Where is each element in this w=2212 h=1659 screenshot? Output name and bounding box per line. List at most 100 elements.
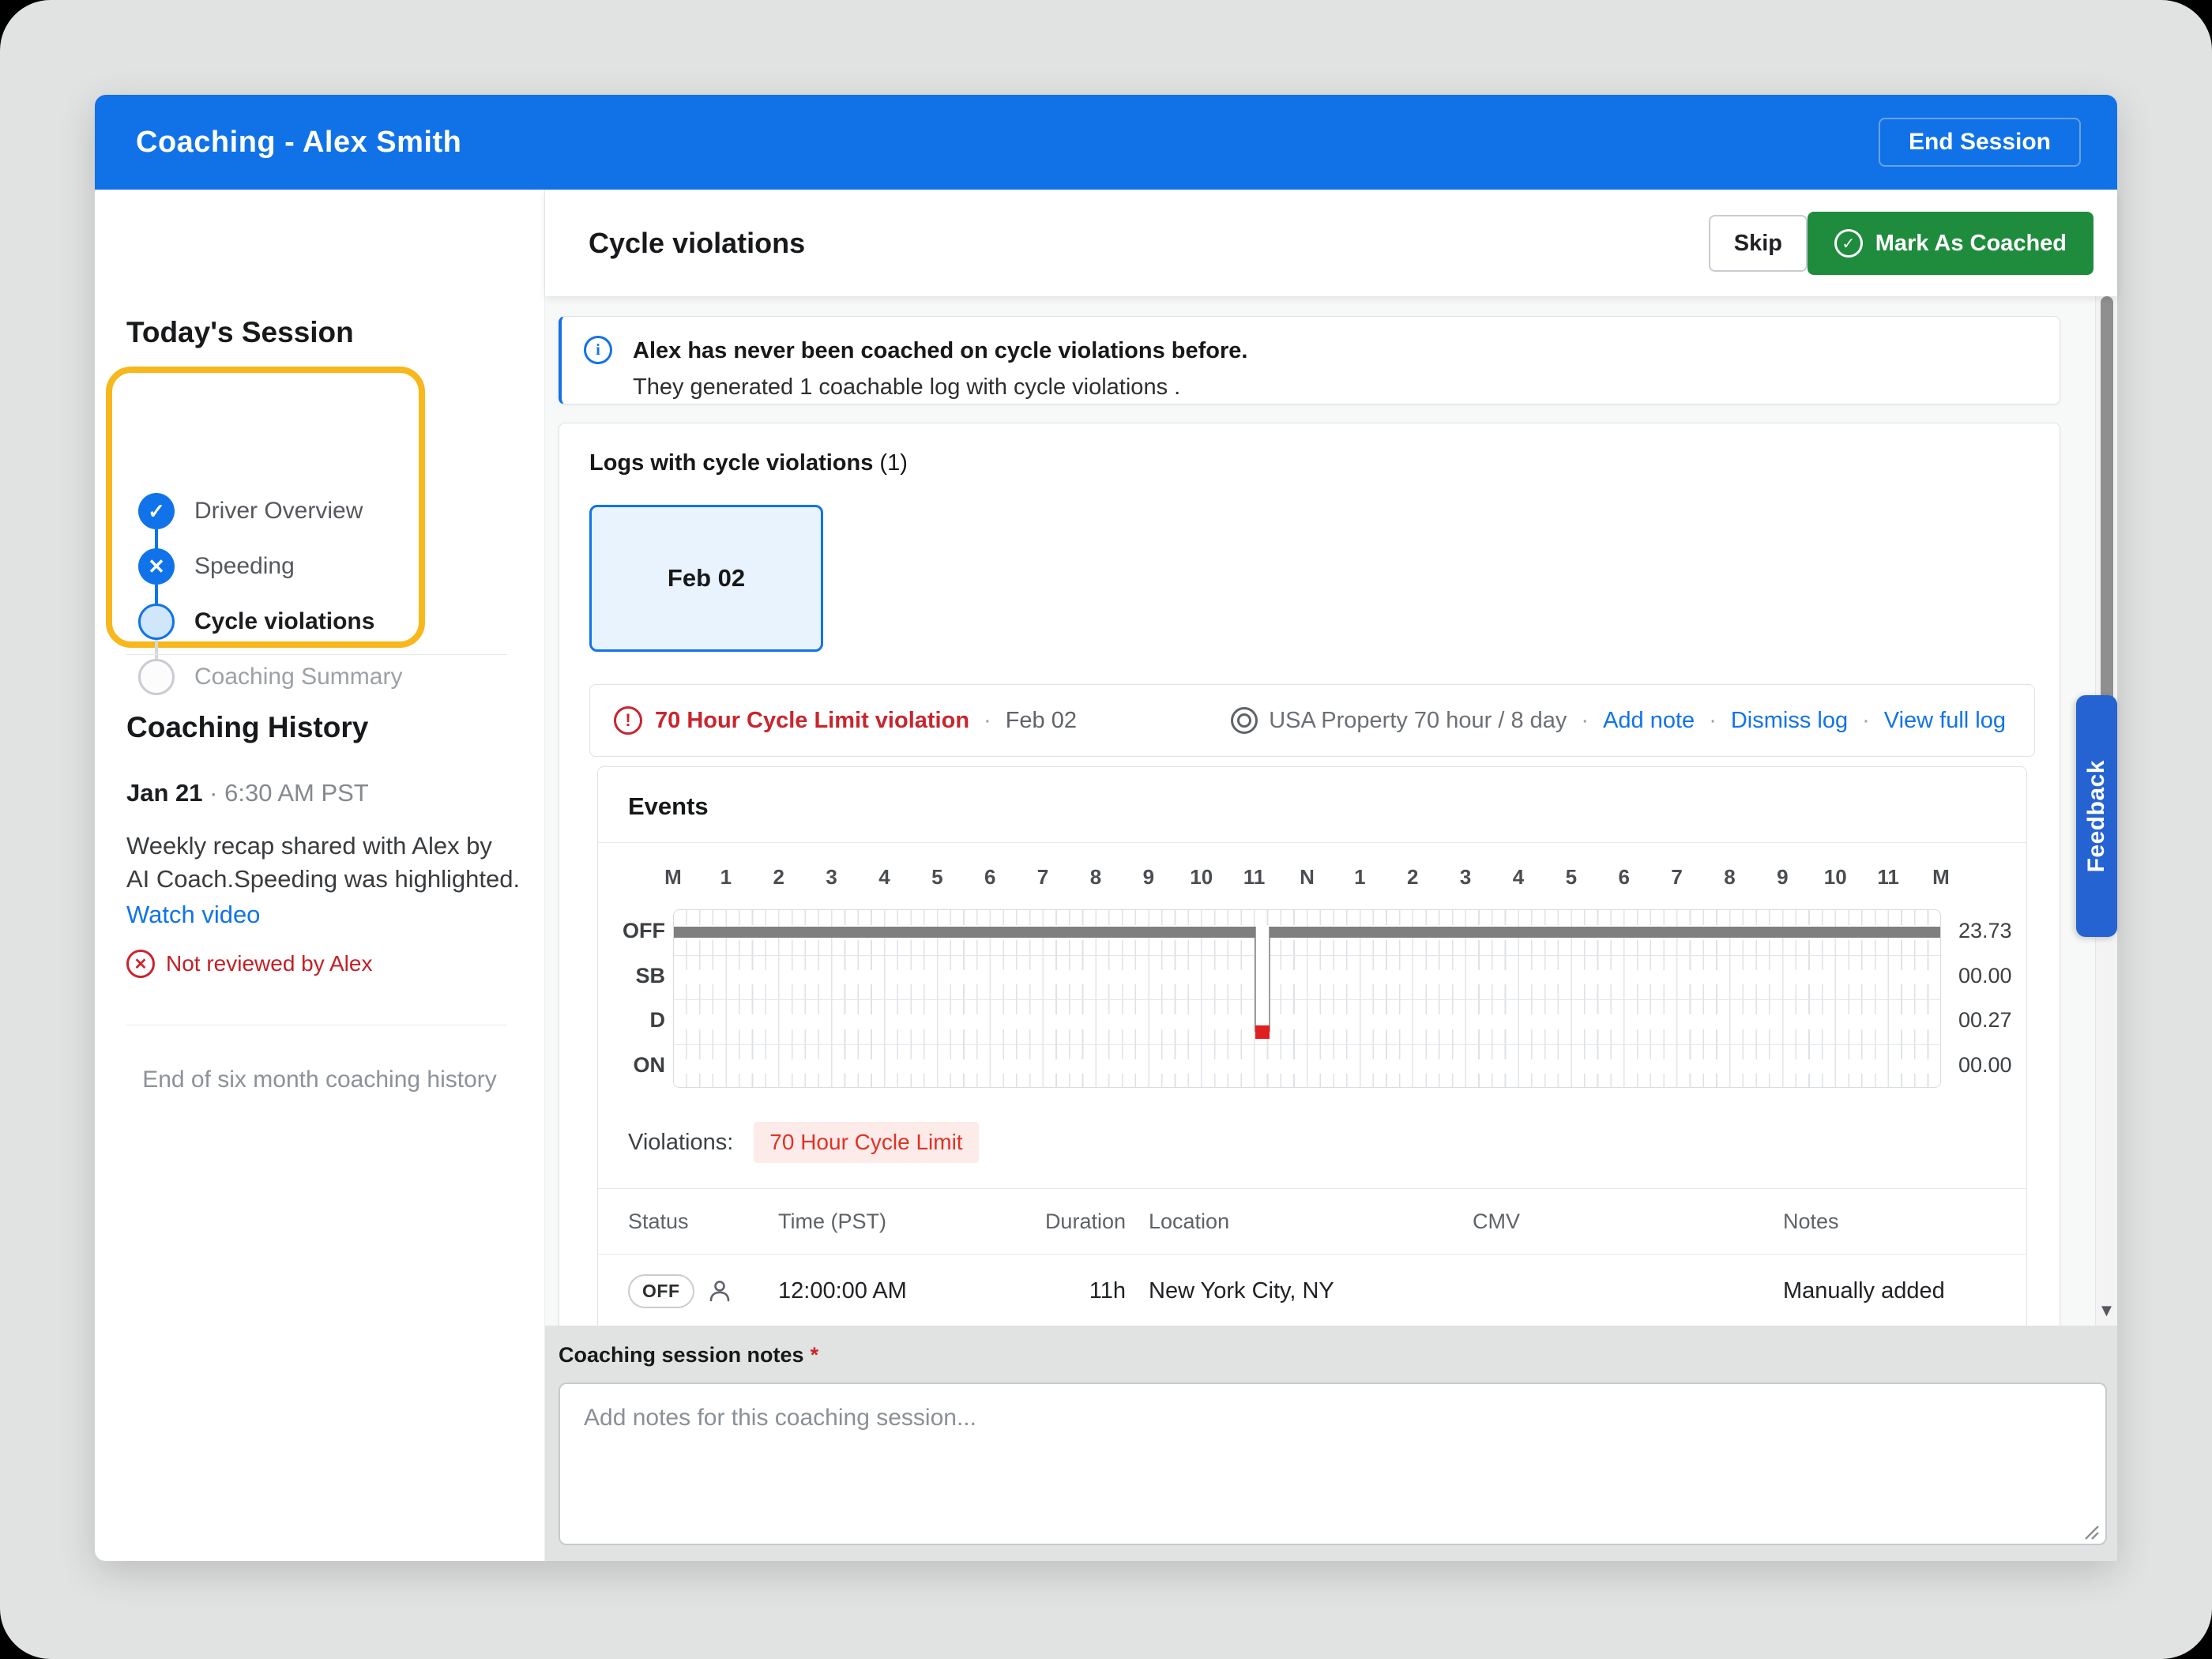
scrollbar-thumb[interactable] xyxy=(2101,296,2113,703)
sidebar-step-cycle-violations[interactable]: Cycle violations xyxy=(194,604,374,640)
events-card: Events M 1 2 3 4 5 6 7 8 9 10 11 N 1 2 3 4 5 6 7 8 9 10 11 M OFF 2… xyxy=(597,766,2027,1326)
violation-header: ! 70 Hour Cycle Limit violation · Feb 02… xyxy=(589,684,2035,757)
cell-duration: 11h xyxy=(1089,1277,1126,1304)
hour-label: 1 xyxy=(1354,865,1366,889)
step-current-icon xyxy=(138,604,175,640)
step-skipped-icon: ✕ xyxy=(138,548,175,585)
content-scroll-area[interactable]: i Alex has never been coached on cycle v… xyxy=(545,296,2117,1326)
ruleset-label: USA Property 70 hour / 8 day xyxy=(1269,707,1567,733)
hour-label: 10 xyxy=(1190,865,1213,889)
main-panel: Cycle violations Skip ✓ Mark As Coached … xyxy=(545,190,2117,1561)
events-title: Events xyxy=(628,792,709,820)
coaching-notes-input[interactable] xyxy=(559,1382,2107,1545)
hour-label: 2 xyxy=(1407,865,1419,889)
dot-separator: · xyxy=(984,707,991,733)
violations-row: Violations: 70 Hour Cycle Limit xyxy=(628,1122,979,1163)
scrollbar-down-arrow[interactable]: ▼ xyxy=(2096,1300,2117,1321)
col-notes: Notes xyxy=(1783,1209,1839,1233)
add-note-link[interactable]: Add note xyxy=(1603,708,1695,734)
check-circle-icon: ✓ xyxy=(1834,229,1863,258)
hos-chart: M 1 2 3 4 5 6 7 8 9 10 11 N 1 2 3 4 5 6 7 8 9 10 11 M OFF 23.73 SB 0… xyxy=(598,854,2026,1099)
app-header: Coaching - Alex Smith End Session xyxy=(95,95,2117,190)
step-pending-icon xyxy=(138,659,175,695)
status-row-total: 00.27 xyxy=(1958,1008,2012,1033)
session-stepper-highlight: ✓ Driver Overview ✕ Speeding Cycle viola… xyxy=(106,367,425,695)
col-cmv: CMV xyxy=(1473,1209,1520,1233)
dot-separator: · xyxy=(1581,707,1589,733)
hour-label: M xyxy=(1932,865,1950,889)
required-asterisk: * xyxy=(810,1343,819,1367)
sidebar-step-speeding[interactable]: Speeding xyxy=(194,548,295,585)
status-row-total: 00.00 xyxy=(1958,963,2012,988)
dot-separator: · xyxy=(1709,707,1717,733)
logs-heading: Logs with cycle violations (1) xyxy=(589,450,908,476)
log-date-tab-feb02[interactable]: Feb 02 xyxy=(589,505,823,652)
status-connector xyxy=(1254,927,1256,1033)
hour-label: 9 xyxy=(1777,865,1789,889)
page-background: Coaching - Alex Smith End Session Today'… xyxy=(0,0,2212,1659)
violation-badge: 70 Hour Cycle Limit xyxy=(754,1122,979,1163)
hour-label: 5 xyxy=(1565,865,1578,889)
violation-drive-segment xyxy=(1255,1025,1270,1039)
events-table-row[interactable]: OFF 12:00:00 AM 11h New York City, NY Ma… xyxy=(598,1255,2026,1326)
events-table-header: Status Time (PST) Duration Location CMV … xyxy=(598,1189,2026,1255)
hour-label: 4 xyxy=(1512,865,1525,889)
feedback-tab[interactable]: Feedback xyxy=(2076,695,2117,937)
divider xyxy=(598,842,2026,843)
section-title: Cycle violations xyxy=(589,227,806,259)
violations-label: Violations: xyxy=(628,1129,734,1155)
col-time: Time (PST) xyxy=(778,1209,886,1233)
sidebar-step-coaching-summary[interactable]: Coaching Summary xyxy=(194,659,402,695)
info-banner-line2: They generated 1 coachable log with cycl… xyxy=(633,374,1181,400)
not-reviewed-label: Not reviewed by Alex xyxy=(166,951,373,976)
coaching-window: Coaching - Alex Smith End Session Today'… xyxy=(95,95,2117,1561)
violation-title: 70 Hour Cycle Limit violation xyxy=(655,707,970,733)
hour-label: 3 xyxy=(1459,865,1472,889)
col-status: Status xyxy=(628,1209,689,1233)
hour-label: N xyxy=(1300,865,1315,889)
status-row-total: 00.00 xyxy=(1958,1052,2012,1077)
mark-as-coached-button[interactable]: ✓ Mark As Coached xyxy=(1807,212,2094,275)
hour-label: 9 xyxy=(1142,865,1155,889)
cell-notes: Manually added xyxy=(1783,1277,1945,1304)
status-row-label: OFF xyxy=(623,919,665,943)
hour-label: 10 xyxy=(1823,865,1847,889)
not-reviewed-x-icon: ✕ xyxy=(126,950,155,978)
violation-warning-icon: ! xyxy=(614,706,642,735)
hour-label: 2 xyxy=(773,865,784,889)
step-completed-icon: ✓ xyxy=(138,493,175,529)
status-segment xyxy=(1269,927,1940,939)
violation-date: Feb 02 xyxy=(1005,707,1077,733)
status-row-label: D xyxy=(649,1008,666,1033)
status-row-label: ON xyxy=(633,1052,666,1077)
info-icon: i xyxy=(584,336,612,364)
hour-label: 11 xyxy=(1877,865,1899,889)
notes-label: Coaching session notes * xyxy=(559,1343,819,1367)
sidebar: Today's Session ✓ Driver Overview ✕ Spee… xyxy=(95,190,545,1561)
status-row-total: 23.73 xyxy=(1958,919,2012,943)
violation-gap-band xyxy=(1255,927,1270,1039)
sidebar-step-driver-overview[interactable]: Driver Overview xyxy=(194,493,363,529)
content-header: Cycle violations Skip ✓ Mark As Coached xyxy=(545,190,2117,296)
hour-label: 7 xyxy=(1671,865,1683,889)
hour-label: 8 xyxy=(1724,865,1736,889)
hour-label: 3 xyxy=(826,865,837,889)
dismiss-log-link[interactable]: Dismiss log xyxy=(1731,708,1848,734)
hour-label: 1 xyxy=(720,865,732,889)
end-session-button[interactable]: End Session xyxy=(1878,118,2081,167)
coaching-notes-section: Coaching session notes * xyxy=(545,1326,2117,1561)
coaching-history-title: Coaching History xyxy=(126,711,369,743)
hour-label: 6 xyxy=(984,865,996,889)
hour-label: 7 xyxy=(1036,865,1049,889)
ruleset-target-icon xyxy=(1231,707,1258,734)
history-entry-date-row: Jan 21 · 6:30 AM PST xyxy=(126,779,369,807)
view-full-log-link[interactable]: View full log xyxy=(1884,708,2006,734)
hour-label: 6 xyxy=(1618,865,1630,889)
status-segment xyxy=(674,927,1255,939)
hour-label: M xyxy=(664,865,682,889)
history-time: 6:30 AM PST xyxy=(224,779,369,807)
dot-separator: · xyxy=(1862,707,1870,733)
watch-video-link[interactable]: Watch video xyxy=(126,901,260,929)
hour-label: 5 xyxy=(931,865,943,889)
skip-button[interactable]: Skip xyxy=(1708,215,1808,272)
